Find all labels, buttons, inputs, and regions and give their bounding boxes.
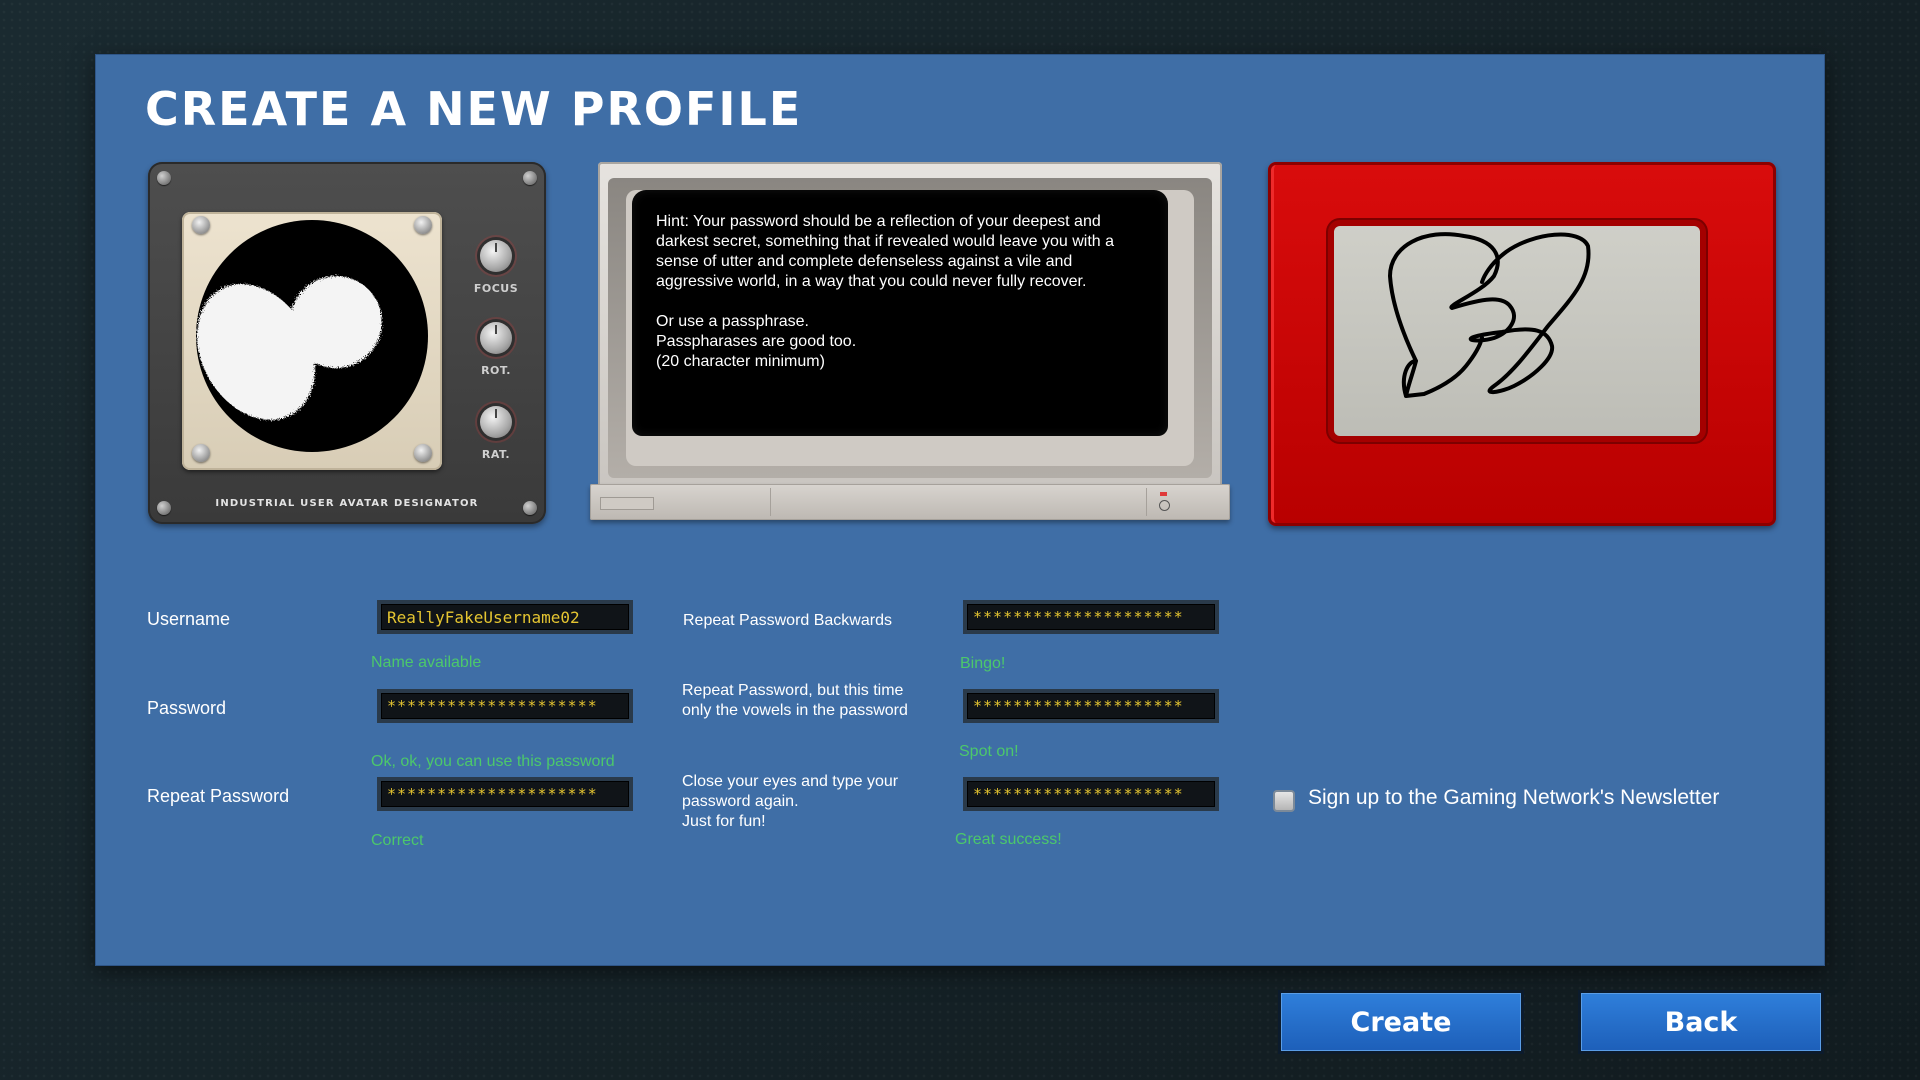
repeat-password-status: Correct bbox=[371, 832, 424, 849]
password-hint: Hint: Your password should be a reflecti… bbox=[656, 212, 1151, 372]
username-label: Username bbox=[147, 609, 231, 629]
avatar-designer: FOCUS ROT. RAT. INDUSTRIAL USER AVATAR D… bbox=[148, 162, 546, 524]
newsletter-label[interactable]: Sign up to the Gaming Network's Newslett… bbox=[1308, 786, 1719, 810]
signature-sketch-pad bbox=[1268, 162, 1776, 526]
hint-line: Passpharases are good too. bbox=[656, 333, 857, 350]
eyes-closed-label-line: Close your eyes and type your password a… bbox=[682, 773, 899, 810]
profile-panel: CREATE A NEW PROFILE FOCUS ROT. RAT. IND… bbox=[95, 54, 1825, 966]
base-divider bbox=[770, 488, 771, 516]
repeat-backwards-input[interactable] bbox=[963, 600, 1219, 634]
vowels-label: Repeat Password, but this time only the … bbox=[682, 682, 908, 719]
eyes-closed-status: Great success! bbox=[955, 831, 1062, 848]
password-label: Password bbox=[147, 698, 227, 718]
username-input[interactable] bbox=[377, 600, 633, 634]
hint-paragraph: Hint: Your password should be a reflecti… bbox=[656, 213, 1115, 290]
avatar-designer-caption: INDUSTRIAL USER AVATAR DESIGNATOR bbox=[215, 498, 479, 509]
eyes-closed-label: Close your eyes and type your password a… bbox=[682, 772, 932, 832]
signature-drawing-area[interactable] bbox=[1334, 226, 1700, 436]
avatar-preview-frame bbox=[182, 212, 442, 470]
repeat-password-input[interactable] bbox=[377, 777, 633, 811]
rotation-knob-group: ROT. bbox=[466, 322, 526, 377]
ratio-knob[interactable] bbox=[480, 406, 512, 438]
hint-line: (20 character minimum) bbox=[656, 353, 825, 370]
screw-icon bbox=[523, 171, 537, 185]
power-led-icon bbox=[1160, 492, 1167, 496]
rotation-knob-label: ROT. bbox=[481, 364, 511, 377]
page-title: CREATE A NEW PROFILE bbox=[145, 82, 803, 136]
create-button[interactable]: Create bbox=[1278, 990, 1524, 1054]
repeat-backwards-label: Repeat Password Backwards bbox=[683, 612, 892, 629]
vowels-input[interactable] bbox=[963, 689, 1219, 723]
newsletter-checkbox[interactable] bbox=[1273, 790, 1295, 812]
signature-drawing bbox=[1388, 232, 1591, 398]
focus-knob-label: FOCUS bbox=[473, 282, 519, 295]
hint-monitor: Hint: Your password should be a reflecti… bbox=[590, 162, 1230, 524]
vowels-status: Spot on! bbox=[959, 743, 1019, 760]
repeat-password-label: Repeat Password bbox=[147, 786, 290, 806]
password-input[interactable] bbox=[377, 689, 633, 723]
repeat-backwards-status: Bingo! bbox=[960, 655, 1006, 672]
ratio-knob-label: RAT. bbox=[481, 448, 511, 461]
base-divider bbox=[1146, 488, 1147, 516]
eyes-closed-label-line: Just for fun! bbox=[682, 813, 766, 830]
rotation-knob[interactable] bbox=[480, 322, 512, 354]
focus-knob[interactable] bbox=[480, 240, 512, 272]
focus-knob-group: FOCUS bbox=[466, 240, 526, 295]
screw-icon bbox=[157, 171, 171, 185]
eyes-closed-input[interactable] bbox=[963, 777, 1219, 811]
disk-slot bbox=[600, 497, 654, 510]
avatar-image[interactable] bbox=[196, 220, 428, 452]
hint-line: Or use a passphrase. bbox=[656, 313, 809, 330]
monitor-base bbox=[590, 484, 1230, 520]
monitor-screen: Hint: Your password should be a reflecti… bbox=[632, 190, 1168, 436]
username-status: Name available bbox=[371, 654, 482, 671]
back-button[interactable]: Back bbox=[1578, 990, 1824, 1054]
ratio-knob-group: RAT. bbox=[466, 406, 526, 461]
monitor-body: Hint: Your password should be a reflecti… bbox=[598, 162, 1222, 492]
power-button-icon bbox=[1159, 500, 1170, 511]
password-status: Ok, ok, you can use this password bbox=[371, 753, 615, 770]
